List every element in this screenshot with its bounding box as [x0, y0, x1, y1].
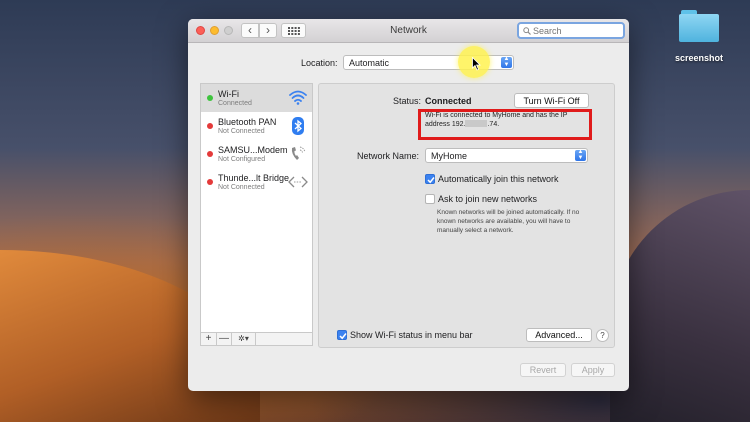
show-wifi-status-label: Show Wi-Fi status in menu bar [350, 330, 473, 340]
apply-button[interactable]: Apply [571, 363, 615, 377]
location-value: Automatic [349, 58, 390, 68]
desktop-folder[interactable]: screenshot [672, 10, 726, 63]
ask-join-note: Known networks will be joined automatica… [437, 209, 580, 234]
wifi-icon [289, 90, 307, 105]
status-dot [207, 151, 213, 157]
service-status: Not Configured [218, 156, 266, 163]
service-name: Wi-Fi [218, 89, 239, 99]
thunderbolt-bridge-icon [288, 176, 308, 188]
revert-button[interactable]: Revert [520, 363, 566, 377]
phone-icon [291, 146, 306, 160]
network-preferences-window: ‹ › Network Location: Automatic ▲▼ [188, 19, 629, 391]
service-item-samsung-modem[interactable]: SAMSU...Modem Not Configured [201, 140, 312, 168]
chevron-updown-icon: ▲ ▼ [575, 149, 586, 161]
checkmark-icon [339, 333, 347, 340]
auto-join-checkbox[interactable] [425, 174, 435, 184]
service-list: Wi-Fi Connected Bluetooth PAN Not Connec… [200, 83, 313, 334]
action-menu-button[interactable]: ✲▾ [232, 333, 256, 345]
wifi-detail-panel: Status: Connected Turn Wi-Fi Off Wi-Fi i… [318, 83, 615, 348]
service-status: Connected [218, 100, 252, 107]
mouse-pointer-icon [472, 57, 481, 71]
advanced-button[interactable]: Advanced... [526, 328, 592, 342]
bluetooth-icon [292, 117, 304, 135]
turn-wifi-off-button[interactable]: Turn Wi-Fi Off [514, 93, 589, 108]
service-name: Bluetooth PAN [218, 117, 277, 127]
remove-service-button[interactable]: — [217, 333, 232, 345]
ask-join-label: Ask to join new networks [438, 194, 538, 204]
service-name: Thunde...lt Bridge [218, 173, 290, 183]
checkmark-icon [427, 177, 435, 184]
ask-join-checkbox[interactable] [425, 194, 435, 204]
show-wifi-status-checkbox[interactable] [337, 330, 347, 340]
service-status: Not Connected [218, 184, 265, 191]
desktop-wallpaper-mountain [610, 190, 750, 422]
service-item-thunderbolt-bridge[interactable]: Thunde...lt Bridge Not Connected [201, 168, 312, 196]
status-value: Connected [425, 96, 472, 106]
location-label: Location: [301, 58, 338, 68]
status-label: Status: [392, 96, 421, 106]
status-dot [207, 123, 213, 129]
search-input[interactable] [533, 25, 619, 37]
annotation-highlight-box [418, 109, 592, 140]
network-name-select[interactable]: MyHome ▲ ▼ [425, 148, 588, 163]
network-name-value: MyHome [431, 151, 468, 161]
auto-join-label: Automatically join this network [438, 174, 559, 184]
service-list-toolbar: + — ✲▾ [200, 332, 313, 346]
status-dot [207, 95, 213, 101]
service-item-wifi[interactable]: Wi-Fi Connected [201, 84, 312, 112]
help-button[interactable]: ? [596, 329, 609, 342]
add-service-button[interactable]: + [201, 333, 217, 345]
folder-icon [679, 10, 719, 42]
desktop-folder-label: screenshot [674, 53, 724, 63]
service-item-bluetooth-pan[interactable]: Bluetooth PAN Not Connected [201, 112, 312, 140]
service-status: Not Connected [218, 128, 265, 135]
network-name-label: Network Name: [357, 151, 420, 161]
titlebar: ‹ › Network [188, 19, 629, 43]
service-name: SAMSU...Modem [218, 145, 288, 155]
status-dot [207, 179, 213, 185]
search-box[interactable] [517, 22, 625, 39]
search-icon [523, 27, 531, 35]
chevron-updown-icon: ▲ ▼ [501, 56, 512, 68]
